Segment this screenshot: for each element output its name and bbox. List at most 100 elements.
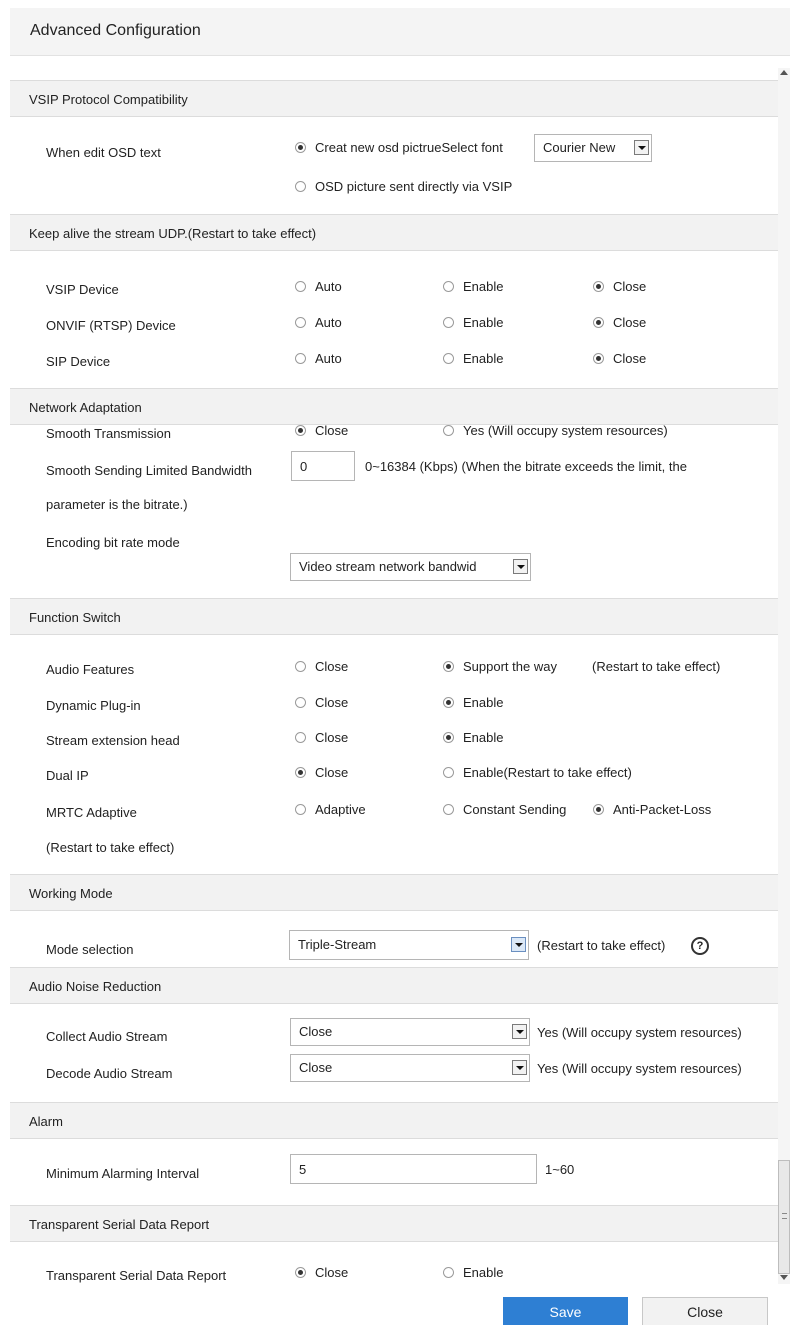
radio-icon[interactable]	[295, 281, 306, 292]
chevron-down-icon[interactable]	[512, 1024, 527, 1039]
mrtc-anti-loss-option[interactable]: Anti-Packet-Loss	[593, 802, 711, 817]
mrtc-constant-option[interactable]: Constant Sending	[443, 802, 566, 817]
radio-selected-icon[interactable]	[593, 317, 604, 328]
chevron-down-icon[interactable]	[513, 559, 528, 574]
grip-icon	[782, 1213, 787, 1219]
radio-icon[interactable]	[295, 732, 306, 743]
ext-close-option[interactable]: Close	[295, 730, 348, 745]
alarm-range: 1~60	[545, 1162, 575, 1177]
serial-close-option[interactable]: Close	[295, 1265, 348, 1280]
radio-icon[interactable]	[443, 1267, 454, 1278]
radio-selected-icon[interactable]	[295, 425, 306, 436]
dualip-close-option[interactable]: Close	[295, 765, 348, 780]
bandwidth-label: Smooth Sending Limited Bandwidth	[46, 463, 252, 478]
section-title: VSIP Protocol Compatibility	[29, 92, 188, 107]
dualip-enable-option[interactable]: Enable(Restart to take effect)	[443, 765, 632, 780]
plugin-close-option[interactable]: Close	[295, 695, 348, 710]
ext-enable-option[interactable]: Enable	[443, 730, 503, 745]
bandwidth-hint-continued: parameter is the bitrate.)	[46, 497, 188, 512]
section-function: Function Switch	[10, 598, 778, 635]
bandwidth-hint: 0~16384 (Kbps) (When the bitrate exceeds…	[365, 459, 687, 474]
radio-icon[interactable]	[295, 697, 306, 708]
alarm-interval-label: Minimum Alarming Interval	[46, 1166, 200, 1181]
radio-selected-icon[interactable]	[443, 732, 454, 743]
collect-audio-note: Yes (Will occupy system resources)	[537, 1025, 742, 1040]
close-button[interactable]: Close	[642, 1297, 768, 1325]
audio-support-option[interactable]: Support the way	[443, 659, 557, 674]
dual-ip-label: Dual IP	[46, 768, 89, 783]
radio-icon[interactable]	[295, 804, 306, 815]
radio-selected-icon[interactable]	[295, 142, 306, 153]
section-keepalive: Keep alive the stream UDP.(Restart to ta…	[10, 214, 778, 251]
radio-icon[interactable]	[295, 317, 306, 328]
sip-auto-option[interactable]: Auto	[295, 351, 342, 366]
section-network: Network Adaptation	[10, 388, 778, 425]
onvif-close-option[interactable]: Close	[593, 315, 646, 330]
mrtc-adaptive-option[interactable]: Adaptive	[295, 802, 366, 817]
vsip-auto-option[interactable]: Auto	[295, 279, 342, 294]
section-title: Keep alive the stream UDP.(Restart to ta…	[29, 226, 317, 241]
serial-enable-option[interactable]: Enable	[443, 1265, 503, 1280]
section-title: Function Switch	[29, 610, 121, 625]
radio-icon[interactable]	[443, 767, 454, 778]
radio-icon[interactable]	[295, 661, 306, 672]
radio-icon[interactable]	[443, 317, 454, 328]
collect-audio-select[interactable]: Close	[290, 1018, 530, 1046]
vertical-scrollbar[interactable]	[778, 68, 790, 1284]
osd-edit-label: When edit OSD text	[46, 145, 161, 160]
encoding-mode-select[interactable]: Video stream network bandwid	[290, 553, 531, 581]
radio-selected-icon[interactable]	[295, 767, 306, 778]
radio-icon[interactable]	[443, 353, 454, 364]
onvif-auto-option[interactable]: Auto	[295, 315, 342, 330]
osd-direct-option[interactable]: OSD picture sent directly via VSIP	[295, 179, 512, 194]
onvif-enable-option[interactable]: Enable	[443, 315, 503, 330]
radio-icon[interactable]	[295, 181, 306, 192]
serial-report-label: Transparent Serial Data Report	[46, 1268, 227, 1283]
font-select[interactable]: Courier New	[534, 134, 652, 162]
stream-extension-label: Stream extension head	[46, 733, 180, 748]
smooth-close-option[interactable]: Close	[295, 423, 348, 438]
mode-selection-label: Mode selection	[46, 942, 134, 957]
chevron-down-icon[interactable]	[511, 937, 526, 952]
plugin-enable-option[interactable]: Enable	[443, 695, 503, 710]
audio-close-option[interactable]: Close	[295, 659, 348, 674]
smooth-yes-option[interactable]: Yes (Will occupy system resources)	[443, 423, 668, 438]
radio-selected-icon[interactable]	[593, 804, 604, 815]
sip-enable-option[interactable]: Enable	[443, 351, 503, 366]
scroll-up-icon[interactable]	[780, 70, 788, 75]
radio-icon[interactable]	[443, 281, 454, 292]
vsip-enable-option[interactable]: Enable	[443, 279, 503, 294]
radio-icon[interactable]	[443, 804, 454, 815]
help-icon[interactable]: ?	[691, 937, 709, 955]
scrollbar-thumb[interactable]	[778, 1160, 790, 1274]
radio-icon[interactable]	[443, 425, 454, 436]
decode-audio-select[interactable]: Close	[290, 1054, 530, 1082]
mrtc-adaptive-label: MRTC Adaptive	[46, 805, 137, 820]
alarm-interval-input[interactable]: 5	[290, 1154, 537, 1184]
section-noise-reduction: Audio Noise Reduction	[10, 967, 778, 1004]
onvif-device-label: ONVIF (RTSP) Device	[46, 318, 176, 333]
sip-device-label: SIP Device	[46, 354, 111, 369]
sip-close-option[interactable]: Close	[593, 351, 646, 366]
chevron-down-icon[interactable]	[512, 1060, 527, 1075]
section-title: Transparent Serial Data Report	[29, 1217, 210, 1232]
section-title: Working Mode	[29, 886, 113, 901]
radio-selected-icon[interactable]	[593, 353, 604, 364]
radio-selected-icon[interactable]	[593, 281, 604, 292]
radio-selected-icon[interactable]	[443, 697, 454, 708]
bandwidth-input[interactable]: 0	[291, 451, 355, 481]
smooth-transmission-label: Smooth Transmission	[46, 426, 171, 441]
scroll-down-icon[interactable]	[780, 1275, 788, 1280]
radio-selected-icon[interactable]	[295, 1267, 306, 1278]
radio-selected-icon[interactable]	[443, 661, 454, 672]
config-panel: VSIP Protocol Compatibility When edit OS…	[10, 68, 778, 1284]
osd-new-option[interactable]: Creat new osd pictrueSelect font	[295, 140, 503, 155]
mode-select[interactable]: Triple-Stream	[289, 930, 529, 960]
decode-audio-note: Yes (Will occupy system resources)	[537, 1061, 742, 1076]
radio-icon[interactable]	[295, 353, 306, 364]
section-title: Network Adaptation	[29, 400, 142, 415]
vsip-close-option[interactable]: Close	[593, 279, 646, 294]
dynamic-plugin-label: Dynamic Plug-in	[46, 698, 141, 713]
save-button[interactable]: Save	[503, 1297, 628, 1325]
chevron-down-icon[interactable]	[634, 140, 649, 155]
